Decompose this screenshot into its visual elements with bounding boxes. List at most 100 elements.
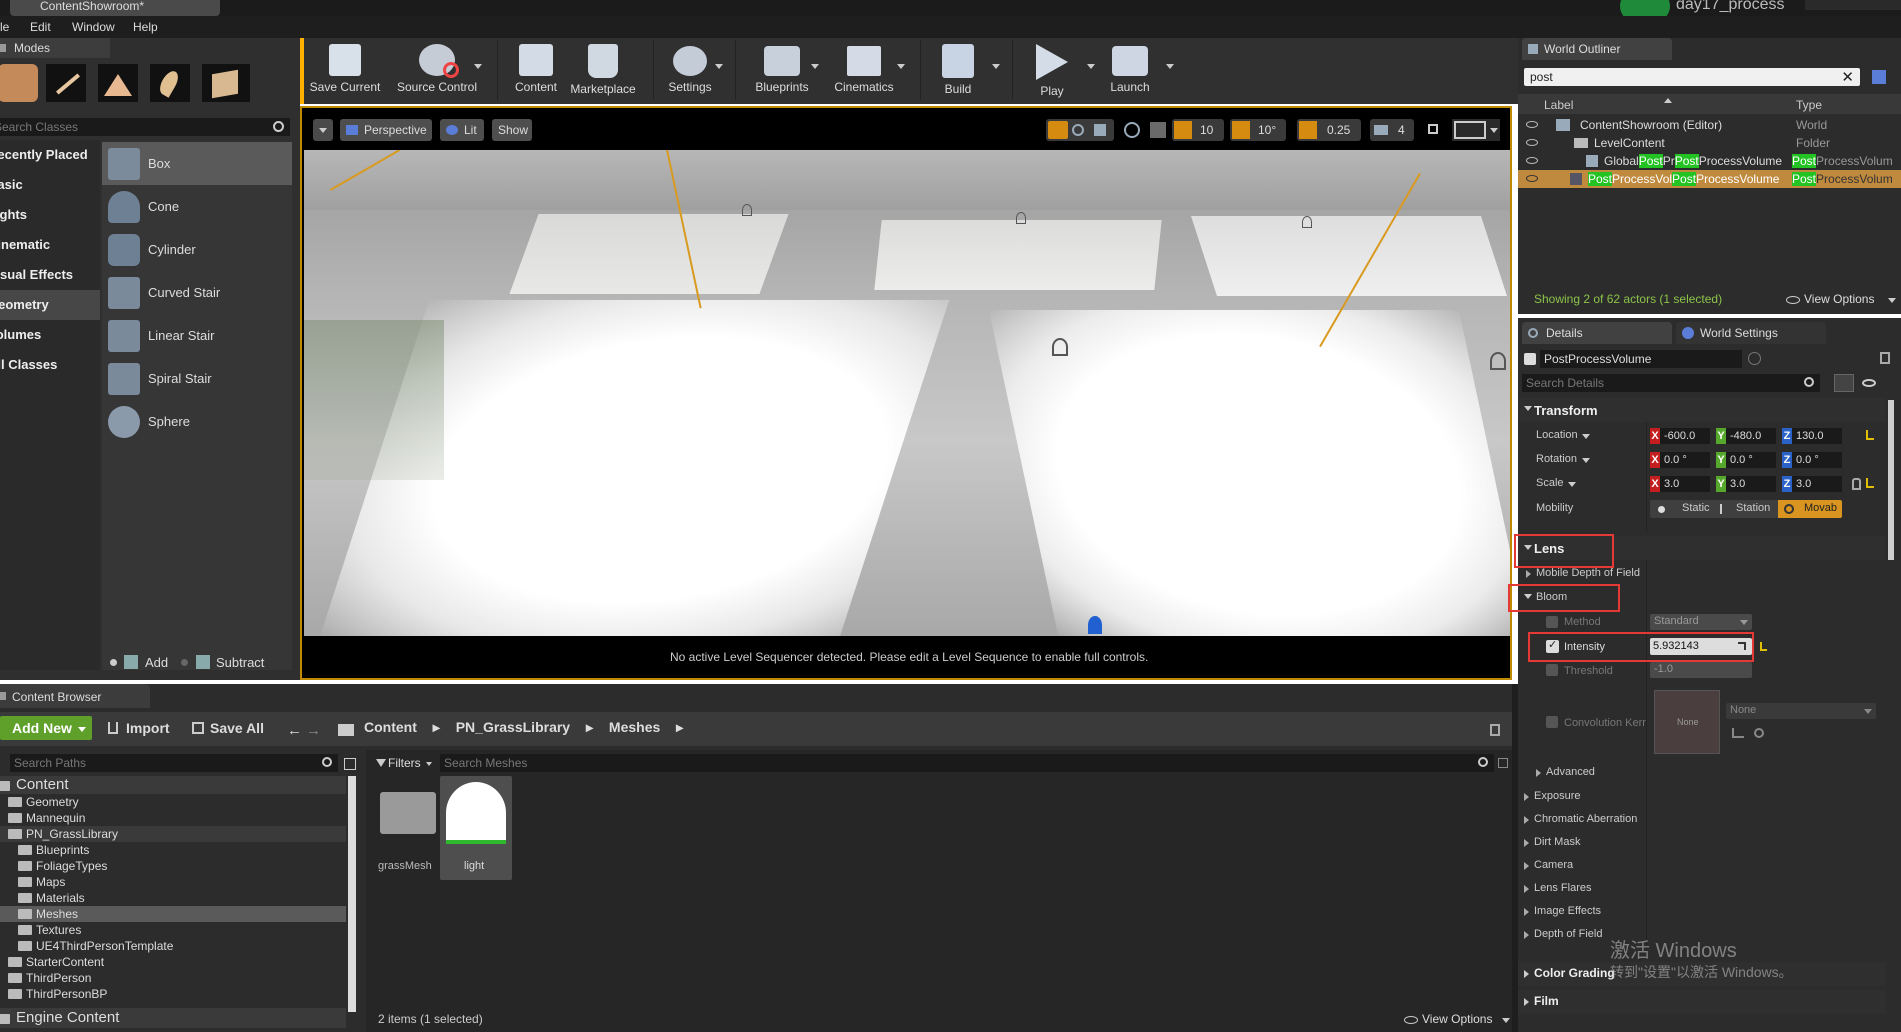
scale-y-field[interactable]: 3.0 <box>1726 476 1776 492</box>
light-icon-4[interactable] <box>1052 338 1068 356</box>
add-new-button[interactable]: Add New <box>0 716 92 740</box>
add-radio[interactable] <box>110 659 117 666</box>
cb-view-options[interactable]: View Options <box>1422 1012 1492 1026</box>
panel-splitter[interactable] <box>1512 684 1518 1032</box>
convolution-select[interactable]: None <box>1726 703 1876 719</box>
rotation-dropdown-icon[interactable] <box>1582 458 1590 463</box>
threshold-field[interactable]: -1.0 <box>1650 662 1752 678</box>
col-type-header[interactable]: Type <box>1796 98 1822 112</box>
forward-arrow-icon[interactable]: → <box>306 722 321 739</box>
tree-scrollbar[interactable] <box>348 776 356 1012</box>
visibility-eye-icon[interactable] <box>1526 121 1538 128</box>
build-button[interactable]: Build <box>918 40 998 100</box>
menu-window[interactable]: Window <box>72 20 115 34</box>
tree-row-content[interactable]: Content <box>0 776 346 794</box>
search-paths-input[interactable]: Search Paths <box>10 754 338 772</box>
transform-tools[interactable] <box>1046 119 1114 141</box>
asset-tile-grassmesh[interactable]: grassMesh <box>374 778 438 878</box>
save-current-button[interactable]: Save Current <box>305 40 385 100</box>
world-local-icon[interactable] <box>1124 122 1140 138</box>
clear-search-icon[interactable]: ✕ <box>1841 68 1854 86</box>
actor-name-field[interactable]: PostProcessVolume <box>1540 350 1742 368</box>
actor-checkbox[interactable] <box>1524 353 1536 365</box>
use-selected-icon[interactable] <box>1732 728 1744 738</box>
perspective-button[interactable]: Perspective <box>340 119 432 141</box>
threshold-checkbox[interactable] <box>1546 664 1558 676</box>
cinematics-dropdown-icon[interactable] <box>897 64 905 69</box>
window-controls[interactable] <box>1805 0 1901 10</box>
cinematics-button[interactable]: Cinematics <box>824 40 904 100</box>
save-search-icon[interactable] <box>1498 758 1508 768</box>
pin-icon[interactable] <box>1872 70 1886 84</box>
scale-snap-group[interactable]: 0.25 <box>1297 119 1361 141</box>
blueprints-button[interactable]: Blueprints <box>742 40 822 100</box>
menu-file[interactable]: File <box>0 20 9 34</box>
item-cylinder[interactable]: Cylinder <box>102 228 292 271</box>
light-icon-2[interactable] <box>1016 212 1026 224</box>
tree-row[interactable]: PN_GrassLibrary <box>0 826 346 842</box>
category-recently-placed[interactable]: Recently Placed <box>0 140 100 170</box>
convolution-checkbox[interactable] <box>1546 716 1558 728</box>
rot-snap-group[interactable]: 10° <box>1230 119 1286 141</box>
asset-tile-light-selected[interactable]: light <box>440 776 512 880</box>
source-control-dropdown-icon[interactable] <box>474 64 482 69</box>
category-basic[interactable]: Basic <box>0 170 100 200</box>
lock-icon[interactable] <box>1490 724 1500 736</box>
settings-dropdown-icon[interactable] <box>715 64 723 69</box>
modes-tab[interactable]: Modes <box>0 38 110 58</box>
viewport-options-button[interactable] <box>313 119 333 141</box>
browse-icon[interactable] <box>1754 728 1764 738</box>
light-icon-5[interactable] <box>1490 352 1506 370</box>
project-tab[interactable]: ContentShowroom* <box>10 0 220 16</box>
category-visual-effects[interactable]: Visual Effects <box>0 260 100 290</box>
visibility-eye-icon[interactable] <box>1526 175 1538 182</box>
marketplace-button[interactable]: Marketplace <box>563 40 643 100</box>
maximize-viewport-icon[interactable] <box>1428 124 1438 134</box>
camera-speed-group[interactable]: 4 <box>1370 119 1414 141</box>
location-dropdown-icon[interactable] <box>1582 434 1590 439</box>
mobile-dof-label[interactable]: Mobile Depth of Field <box>1536 567 1640 579</box>
location-y-field[interactable]: -480.0 <box>1726 428 1776 444</box>
visibility-filter-icon[interactable] <box>1862 379 1876 387</box>
location-z-field[interactable]: 130.0 <box>1792 428 1842 444</box>
item-sphere[interactable]: Sphere <box>102 400 292 443</box>
tree-row[interactable]: StarterContent <box>0 954 346 970</box>
mode-foliage-icon[interactable] <box>150 64 190 102</box>
viewport-scene[interactable] <box>304 150 1510 636</box>
filters-button[interactable]: Filters <box>374 754 434 772</box>
section-camera[interactable]: Camera <box>1518 857 1886 875</box>
location-x-field[interactable]: -600.0 <box>1660 428 1710 444</box>
blueprints-dropdown-icon[interactable] <box>811 64 819 69</box>
details-search-input[interactable]: Search Details <box>1522 374 1820 392</box>
rotation-y-field[interactable]: 0.0 ° <box>1726 452 1776 468</box>
section-exposure[interactable]: Exposure <box>1518 788 1886 806</box>
reset-location-icon[interactable] <box>1866 430 1874 440</box>
subtract-label[interactable]: Subtract <box>216 655 264 670</box>
tree-row-engine-content[interactable]: Engine Content <box>0 1008 346 1028</box>
rotation-z-field[interactable]: 0.0 ° <box>1792 452 1842 468</box>
category-cinematic[interactable]: Cinematic <box>0 230 100 260</box>
item-box[interactable]: Box <box>102 142 292 185</box>
tree-row[interactable]: Blueprints <box>0 842 346 858</box>
tree-row[interactable]: FoliageTypes <box>0 858 346 874</box>
search-meshes-input[interactable]: Search Meshes <box>440 754 1494 772</box>
surface-snap-icon[interactable] <box>1150 122 1166 138</box>
rotation-x-field[interactable]: 0.0 ° <box>1660 452 1710 468</box>
outliner-row-levelcontent[interactable]: LevelContent Folder <box>1518 134 1901 152</box>
back-arrow-icon[interactable]: ← <box>287 722 302 739</box>
details-tab[interactable]: Details <box>1522 322 1672 344</box>
add-label[interactable]: Add <box>145 655 168 670</box>
tree-row[interactable]: Materials <box>0 890 346 906</box>
launch-dropdown-icon[interactable] <box>1166 64 1174 69</box>
show-button[interactable]: Show <box>492 119 532 141</box>
breadcrumb-grasslibrary[interactable]: PN_GrassLibrary <box>456 719 570 735</box>
transform-header[interactable]: Transform <box>1518 398 1886 422</box>
item-linear-stair[interactable]: Linear Stair <box>102 314 292 357</box>
visibility-eye-icon[interactable] <box>1526 157 1538 164</box>
outliner-row-world[interactable]: ContentShowroom (Editor) World <box>1518 116 1901 134</box>
breadcrumb-folder-icon[interactable] <box>338 724 354 736</box>
film-header[interactable]: Film <box>1518 990 1886 1014</box>
modes-search-input[interactable]: Search Classes <box>0 118 290 136</box>
search-icon[interactable] <box>322 757 332 767</box>
lit-button[interactable]: Lit <box>440 119 484 141</box>
